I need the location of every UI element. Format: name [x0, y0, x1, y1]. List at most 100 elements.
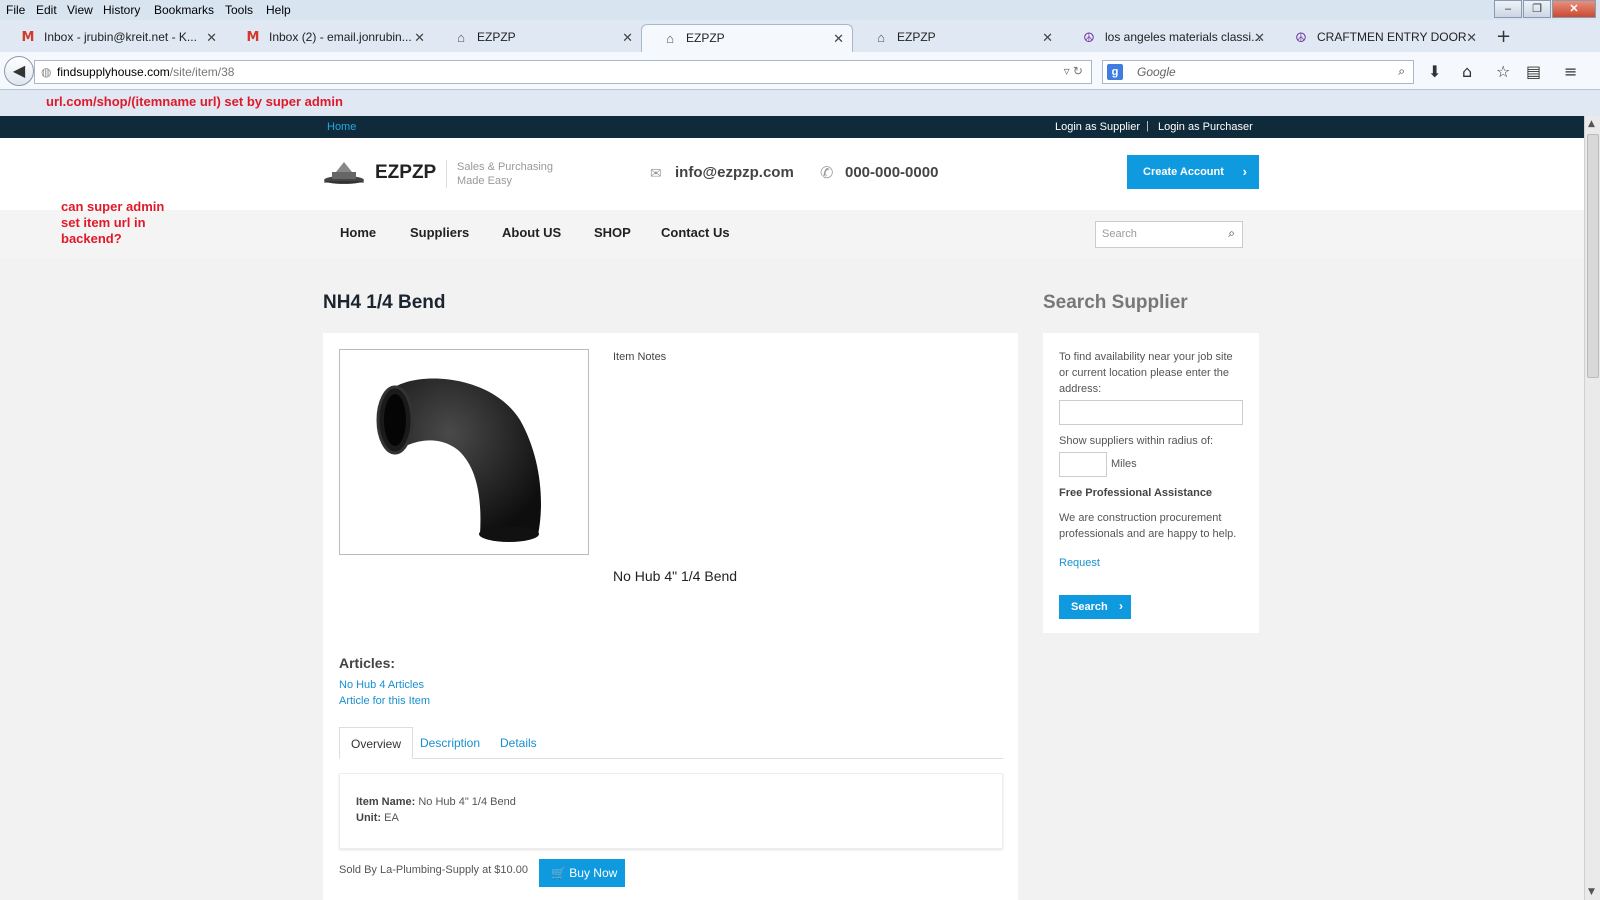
buy-now-button[interactable]: 🛒 Buy Now	[539, 859, 625, 887]
home-icon: ⌂	[877, 30, 885, 45]
miles-input[interactable]	[1059, 452, 1107, 477]
login-purchaser-link[interactable]: Login as Purchaser	[1158, 121, 1253, 133]
tab-details[interactable]: Details	[489, 727, 548, 759]
tagline: Sales & Purchasing Made Easy	[446, 160, 566, 188]
search-icon[interactable]: ⌕	[1398, 64, 1405, 79]
product-title: NH4 1/4 Bend	[323, 292, 446, 313]
create-account-button[interactable]: Create Account ›	[1127, 155, 1259, 189]
tab-label: CRAFTMEN ENTRY DOOR	[1317, 30, 1467, 44]
menu-edit[interactable]: Edit	[36, 3, 57, 17]
annotation-line: can super admin	[61, 199, 165, 214]
login-supplier-link[interactable]: Login as Supplier	[1055, 121, 1140, 133]
pipe-bend-image	[376, 378, 541, 542]
nav-about-us[interactable]: About US	[502, 225, 561, 240]
brand-name[interactable]: EZPZP	[375, 162, 436, 184]
browser-tab-active[interactable]: ⌂ EZPZP ✕	[641, 24, 853, 52]
scroll-down-icon[interactable]: ▼	[1588, 887, 1595, 897]
peace-icon: ☮	[1295, 30, 1307, 45]
contact-phone: 000-000-0000	[845, 164, 939, 181]
download-icon[interactable]: ⬇	[1428, 62, 1441, 81]
annotation-side: can super admin set item url in backend?	[61, 199, 164, 247]
window-controls: – ❐ ✕	[1493, 0, 1596, 18]
buy-now-label: Buy Now	[569, 866, 618, 880]
page-scrollbar[interactable]: ▲ ▼	[1584, 116, 1600, 900]
menu-file[interactable]: File	[6, 3, 25, 17]
browser-tab[interactable]: M Inbox (2) - email.jonrubin... ✕	[225, 24, 433, 52]
browser-tab[interactable]: ☮ CRAFTMEN ENTRY DOOR ✕	[1273, 24, 1485, 52]
home-icon[interactable]: ⌂	[1462, 62, 1472, 81]
web-page: Home Login as Supplier | Login as Purcha…	[0, 116, 1584, 900]
globe-icon: ◍	[41, 65, 52, 79]
assistance-text: We are construction procurement professi…	[1059, 512, 1237, 540]
scroll-up-icon[interactable]: ▲	[1588, 119, 1595, 129]
back-button[interactable]: ◀	[4, 56, 34, 86]
search-engine-input[interactable]: g Google ⌕	[1102, 60, 1414, 84]
search-button-label: Search	[1071, 601, 1108, 613]
close-tab-icon[interactable]: ✕	[833, 31, 844, 47]
tagline-line: Made Easy	[457, 175, 513, 187]
product-image[interactable]	[339, 349, 589, 555]
request-link[interactable]: Request	[1059, 557, 1100, 569]
navigation-bar: ◍ findsupplyhouse.com/site/item/38 ▿ ↻ ◀…	[0, 52, 1600, 90]
tab-label: Inbox - jrubin@kreit.net - K...	[44, 30, 197, 44]
tab-overview[interactable]: Overview	[339, 727, 414, 759]
bookmark-star-icon[interactable]: ☆	[1496, 62, 1510, 81]
nav-shop[interactable]: SHOP	[594, 225, 631, 240]
menu-tools[interactable]: Tools	[225, 3, 253, 17]
close-tab-icon[interactable]: ✕	[1254, 30, 1265, 46]
close-tab-icon[interactable]: ✕	[1466, 30, 1477, 46]
tab-description[interactable]: Description	[409, 727, 491, 759]
article-link[interactable]: Article for this Item	[339, 695, 430, 707]
topbar-home-link[interactable]: Home	[327, 121, 356, 133]
close-tab-icon[interactable]: ✕	[622, 30, 633, 46]
gmail-icon: M	[21, 30, 35, 45]
close-tab-icon[interactable]: ✕	[1042, 30, 1053, 46]
url-bar[interactable]: ◍ findsupplyhouse.com/site/item/38 ▿ ↻	[34, 60, 1092, 84]
scrollbar-thumb[interactable]	[1587, 134, 1599, 378]
mail-icon: ✉	[650, 166, 662, 182]
reading-list-icon[interactable]: ▤	[1526, 62, 1541, 81]
new-tab-icon[interactable]: +	[1496, 26, 1511, 47]
site-search-input[interactable]: Search ⌕	[1095, 221, 1243, 248]
address-input[interactable]	[1059, 400, 1243, 425]
item-name-value: No Hub 4" 1/4 Bend	[418, 796, 516, 808]
search-supplier-button[interactable]: Search ›	[1059, 595, 1131, 619]
menu-history[interactable]: History	[103, 3, 140, 17]
site-search-placeholder: Search	[1102, 228, 1137, 240]
search-icon[interactable]: ⌕	[1228, 226, 1235, 241]
maximize-button[interactable]: ❐	[1523, 0, 1551, 18]
close-window-button[interactable]: ✕	[1552, 0, 1596, 18]
browser-tab[interactable]: ⌂ EZPZP ✕	[853, 24, 1061, 52]
menu-help[interactable]: Help	[266, 3, 291, 17]
minimize-button[interactable]: –	[1494, 0, 1522, 18]
menu-view[interactable]: View	[67, 3, 93, 17]
article-link[interactable]: No Hub 4 Articles	[339, 679, 424, 691]
item-name-row: Item Name: No Hub 4" 1/4 Bend	[356, 794, 1002, 810]
tab-bar: M Inbox - jrubin@kreit.net - K... ✕ M In…	[0, 22, 1600, 52]
menu-bookmarks[interactable]: Bookmarks	[154, 3, 214, 17]
back-arrow-icon: ◀	[12, 61, 26, 80]
logo-icon[interactable]	[322, 160, 366, 190]
close-tab-icon[interactable]: ✕	[206, 30, 217, 46]
url-path: /site/item/38	[169, 65, 235, 79]
browser-tab[interactable]: ☮ los angeles materials classi... ✕	[1061, 24, 1273, 52]
main-navigation: Home Suppliers About US SHOP Contact Us …	[0, 210, 1584, 258]
chevron-right-icon: ›	[1242, 164, 1247, 179]
browser-tab[interactable]: ⌂ EZPZP ✕	[433, 24, 641, 52]
topbar-separator: |	[1146, 120, 1149, 132]
search-supplier-intro: To find availability near your job site …	[1059, 351, 1233, 395]
site-top-bar: Home Login as Supplier | Login as Purcha…	[0, 116, 1584, 138]
nav-contact-us[interactable]: Contact Us	[661, 225, 730, 240]
unit-label: Unit:	[356, 812, 382, 824]
close-tab-icon[interactable]: ✕	[414, 30, 425, 46]
miles-label: Miles	[1111, 458, 1137, 470]
browser-tab[interactable]: M Inbox - jrubin@kreit.net - K... ✕	[0, 24, 225, 52]
nav-home[interactable]: Home	[340, 225, 376, 240]
unit-row: Unit: EA	[356, 810, 1002, 826]
tab-label: los angeles materials classi...	[1105, 30, 1262, 44]
menu-icon[interactable]: ≡	[1564, 62, 1577, 81]
tab-label: Inbox (2) - email.jonrubin...	[269, 30, 412, 44]
reload-icon[interactable]: ▿ ↻	[1064, 64, 1083, 78]
nav-suppliers[interactable]: Suppliers	[410, 225, 469, 240]
assistance-heading: Free Professional Assistance	[1059, 487, 1213, 499]
